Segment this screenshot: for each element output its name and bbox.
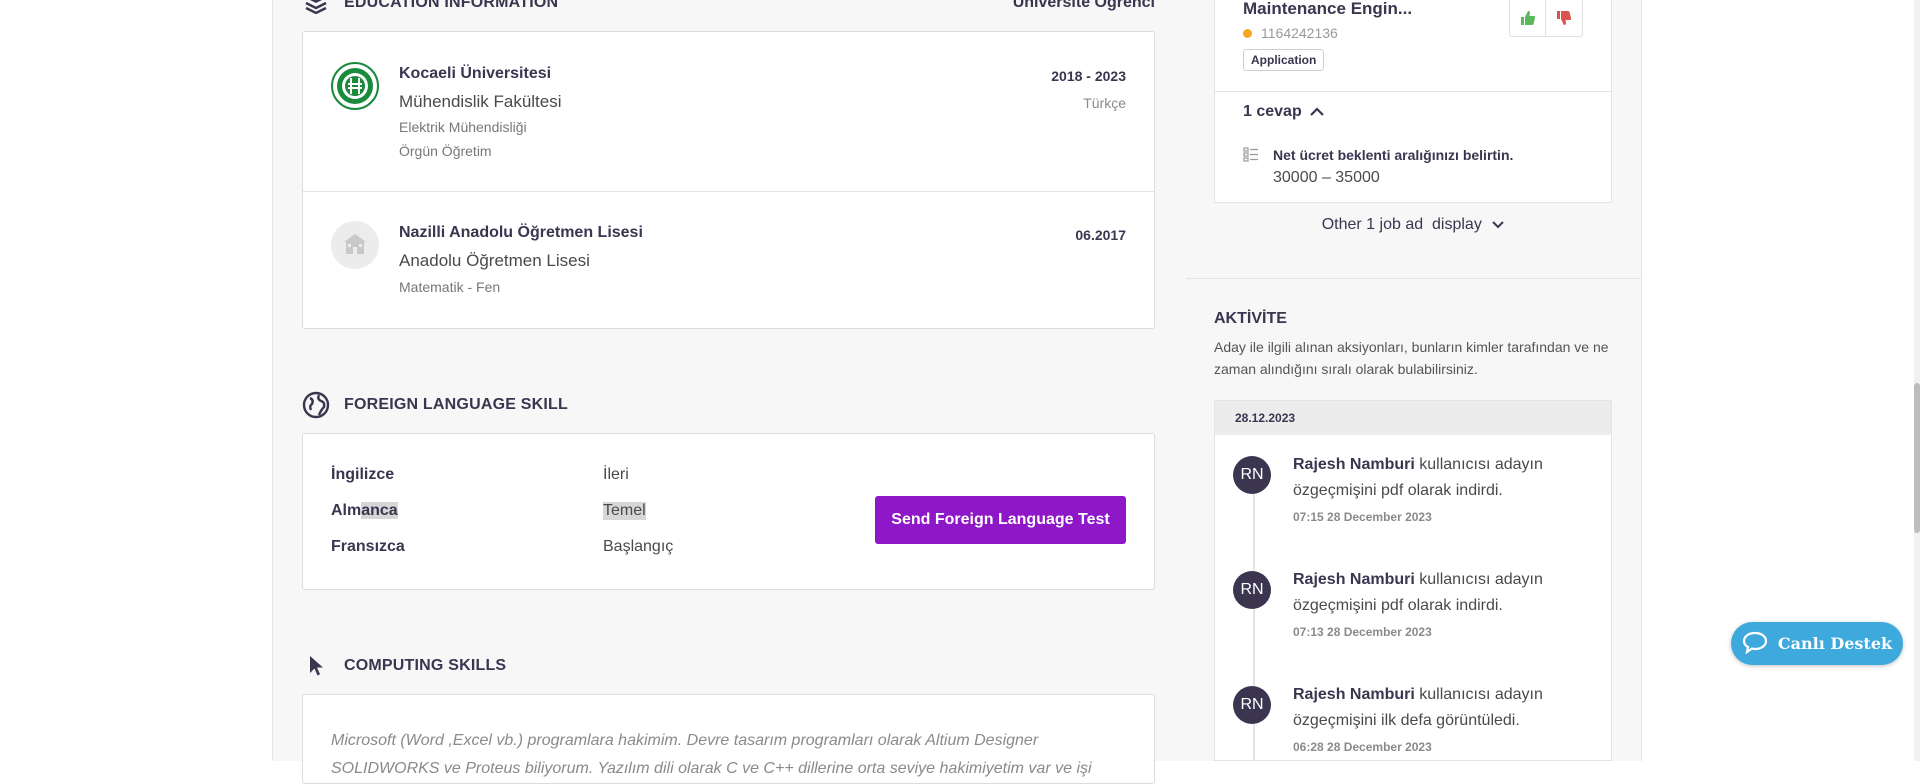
job-application-card: Maintenance Engin... 1164242136 Applicat… (1214, 0, 1612, 203)
activity-title: AKTİVİTE (1214, 310, 1287, 327)
application-badge: Application (1243, 49, 1325, 71)
department-name: Matematik - Fen (399, 279, 501, 295)
language-card: İngilizce İleri Almanca Temel Fransızca … (302, 433, 1155, 590)
answers-toggle[interactable]: 1 cevap (1243, 103, 1324, 121)
language-header: FOREIGN LANGUAGE SKILL (302, 390, 1155, 420)
activity-text: Rajesh Namburi kullanıcısı adayın özgeçm… (1293, 571, 1543, 614)
thumbs-down-button[interactable] (1545, 0, 1583, 37)
thumbs-down-icon (1557, 11, 1572, 25)
language-title: FOREIGN LANGUAGE SKILL (344, 396, 568, 413)
page-scrollbar[interactable] (1914, 0, 1920, 761)
activity-text: Rajesh Namburi kullanıcısı adayın özgeçm… (1293, 456, 1543, 499)
school-name: Kocaeli Üniversitesi (399, 65, 552, 82)
scrollbar-thumb[interactable] (1914, 383, 1920, 533)
education-status: Üniversite Öğrenci (1012, 0, 1155, 11)
job-title[interactable]: Maintenance Engin... (1243, 0, 1412, 19)
divider (1215, 91, 1611, 92)
job-id: 1164242136 (1243, 25, 1338, 41)
side-divider (1186, 278, 1641, 279)
school-building-icon (331, 221, 379, 269)
chat-bubble-icon (1742, 630, 1768, 658)
chevron-up-icon (1309, 107, 1324, 117)
university-logo (331, 62, 379, 110)
avatar: RN (1233, 686, 1271, 724)
thumbs-up-icon (1521, 11, 1536, 25)
cursor-arrow-icon (302, 652, 330, 680)
computing-header: COMPUTING SKILLS (302, 651, 1155, 681)
language-level: Başlangıç (603, 538, 674, 555)
activity-feed: 28.12.2023 RN Rajesh Namburi kullanıcısı… (1214, 400, 1612, 761)
thumbs-up-button[interactable] (1509, 0, 1547, 37)
live-support-button[interactable]: Canlı Destek (1731, 622, 1903, 665)
answer-text: 30000 – 35000 (1273, 169, 1380, 186)
education-header: EDUCATION INFORMATION Üniversite Öğrenci (302, 0, 1155, 18)
question-text: Net ücret beklenti aralığınızı belirtin. (1273, 147, 1514, 163)
education-language: Türkçe (1083, 95, 1126, 111)
activity-description: Aday ile ilgili alınan aksiyonları, bunl… (1214, 339, 1609, 377)
faculty-name: Mühendislik Fakültesi (399, 92, 562, 111)
send-language-test-button[interactable]: Send Foreign Language Test (875, 496, 1126, 544)
education-dates: 06.2017 (1075, 227, 1126, 243)
language-level: İleri (603, 466, 629, 483)
education-title: EDUCATION INFORMATION (344, 0, 559, 11)
computing-description: Microsoft (Word ,Excel vb.) programlara … (331, 732, 1092, 777)
activity-text: Rajesh Namburi kullanıcısı adayın özgeçm… (1293, 686, 1543, 729)
faculty-name: Anadolu Öğretmen Lisesi (399, 251, 590, 270)
avatar: RN (1233, 456, 1271, 494)
activity-time: 06:28 28 December 2023 (1293, 740, 1432, 754)
language-name: İngilizce (331, 466, 395, 483)
education-dates: 2018 - 2023 (1051, 68, 1126, 84)
avatar: RN (1233, 571, 1271, 609)
language-name: Fransızca (331, 538, 405, 555)
education-stack-icon (302, 0, 330, 17)
globe-icon (302, 391, 330, 419)
activity-date: 28.12.2023 (1215, 401, 1611, 435)
chevron-down-icon (1492, 216, 1504, 234)
program-type: Örgün Öğretim (399, 143, 492, 159)
computing-title: COMPUTING SKILLS (344, 657, 507, 674)
other-jobs-toggle[interactable]: Other 1 job ad display (1214, 216, 1612, 234)
activity-time: 07:13 28 December 2023 (1293, 625, 1432, 639)
computing-card: Microsoft (Word ,Excel vb.) programlara … (302, 694, 1155, 784)
language-level: Temel (603, 502, 646, 520)
education-card: Kocaeli Üniversitesi Mühendislik Fakülte… (302, 31, 1155, 329)
language-name: Almanca (331, 502, 398, 519)
activity-time: 07:15 28 December 2023 (1293, 510, 1432, 524)
status-dot-icon (1243, 28, 1252, 38)
list-icon (1243, 147, 1259, 168)
education-item: Kocaeli Üniversitesi Mühendislik Fakülte… (303, 32, 1154, 192)
department-name: Elektrik Mühendisliği (399, 119, 527, 135)
school-name: Nazilli Anadolu Öğretmen Lisesi (399, 224, 643, 241)
education-item: Nazilli Anadolu Öğretmen Lisesi Anadolu … (303, 191, 1154, 329)
